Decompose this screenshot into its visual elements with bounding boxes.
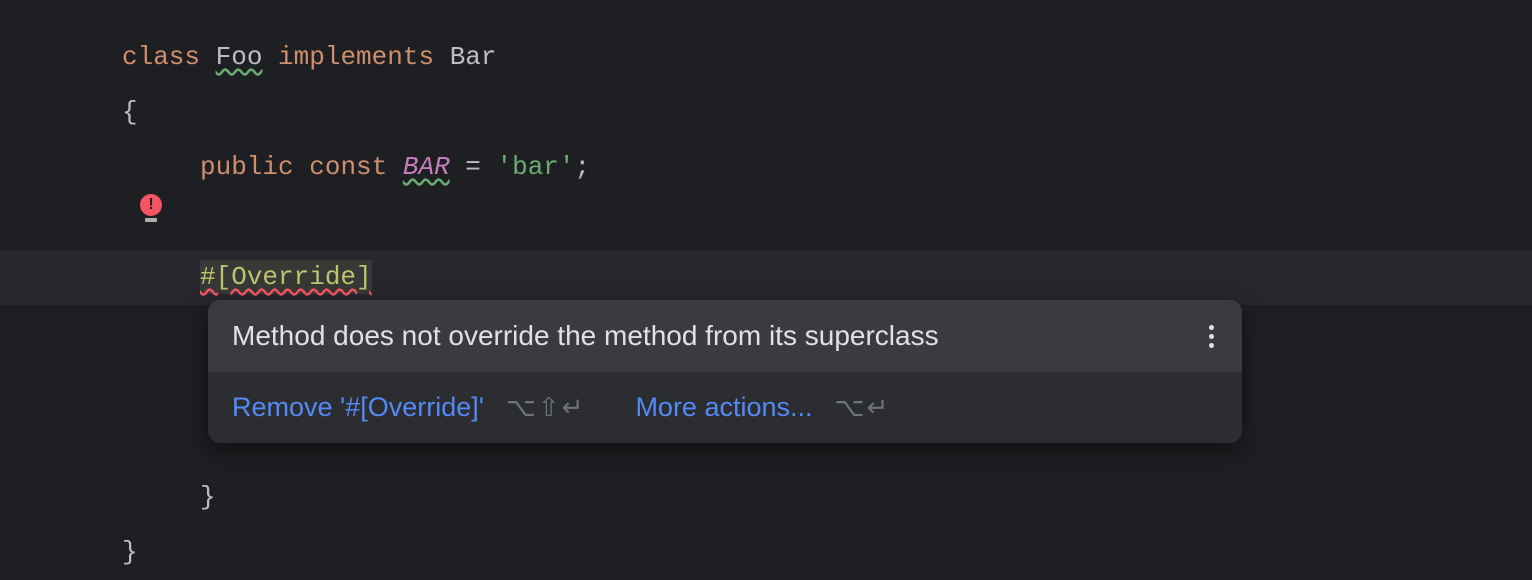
- code-line: public const BAR = 'bar';: [0, 140, 1532, 195]
- action-more-group: More actions... ⌥↵: [635, 392, 890, 423]
- keyword-class: class: [122, 42, 200, 72]
- code-line: {: [0, 85, 1532, 140]
- inspection-message: Method does not override the method from…: [232, 320, 939, 352]
- popup-header: Method does not override the method from…: [208, 300, 1242, 372]
- keyword-implements: implements: [278, 42, 434, 72]
- keyword-const: const: [309, 152, 387, 182]
- code-line: }: [0, 525, 1532, 580]
- error-icon: [140, 194, 162, 216]
- interface-name: Bar: [450, 42, 497, 72]
- keyword-public: public: [200, 152, 294, 182]
- kebab-menu-icon[interactable]: [1205, 321, 1218, 352]
- brace-close: }: [200, 482, 216, 512]
- code-line-blank: [0, 195, 1532, 250]
- bulb-base-icon: [145, 218, 157, 222]
- action-remove-group: Remove '#[Override]' ⌥⇧↵: [232, 392, 585, 423]
- code-line: class Foo implements Bar: [0, 30, 1532, 85]
- code-editor[interactable]: class Foo implements Bar { public const …: [0, 0, 1532, 580]
- brace-open: {: [122, 97, 138, 127]
- action-more[interactable]: More actions...: [635, 392, 812, 423]
- popup-actions-row: Remove '#[Override]' ⌥⇧↵ More actions...…: [208, 372, 1242, 443]
- inspection-popup: Method does not override the method from…: [208, 300, 1242, 443]
- semicolon: ;: [575, 152, 591, 182]
- equals: =: [450, 152, 497, 182]
- action-remove-override[interactable]: Remove '#[Override]': [232, 392, 484, 423]
- code-line: }: [0, 470, 1532, 525]
- shortcut-label: ⌥↵: [835, 392, 891, 423]
- string-literal: 'bar': [496, 152, 574, 182]
- brace-close: }: [122, 537, 138, 567]
- attribute-override: #[Override]: [200, 260, 372, 294]
- class-name: Foo: [216, 42, 263, 72]
- const-name: BAR: [403, 152, 450, 182]
- intention-bulb[interactable]: [140, 194, 162, 216]
- shortcut-label: ⌥⇧↵: [506, 392, 586, 423]
- code-line-highlighted: #[Override]: [0, 250, 1532, 305]
